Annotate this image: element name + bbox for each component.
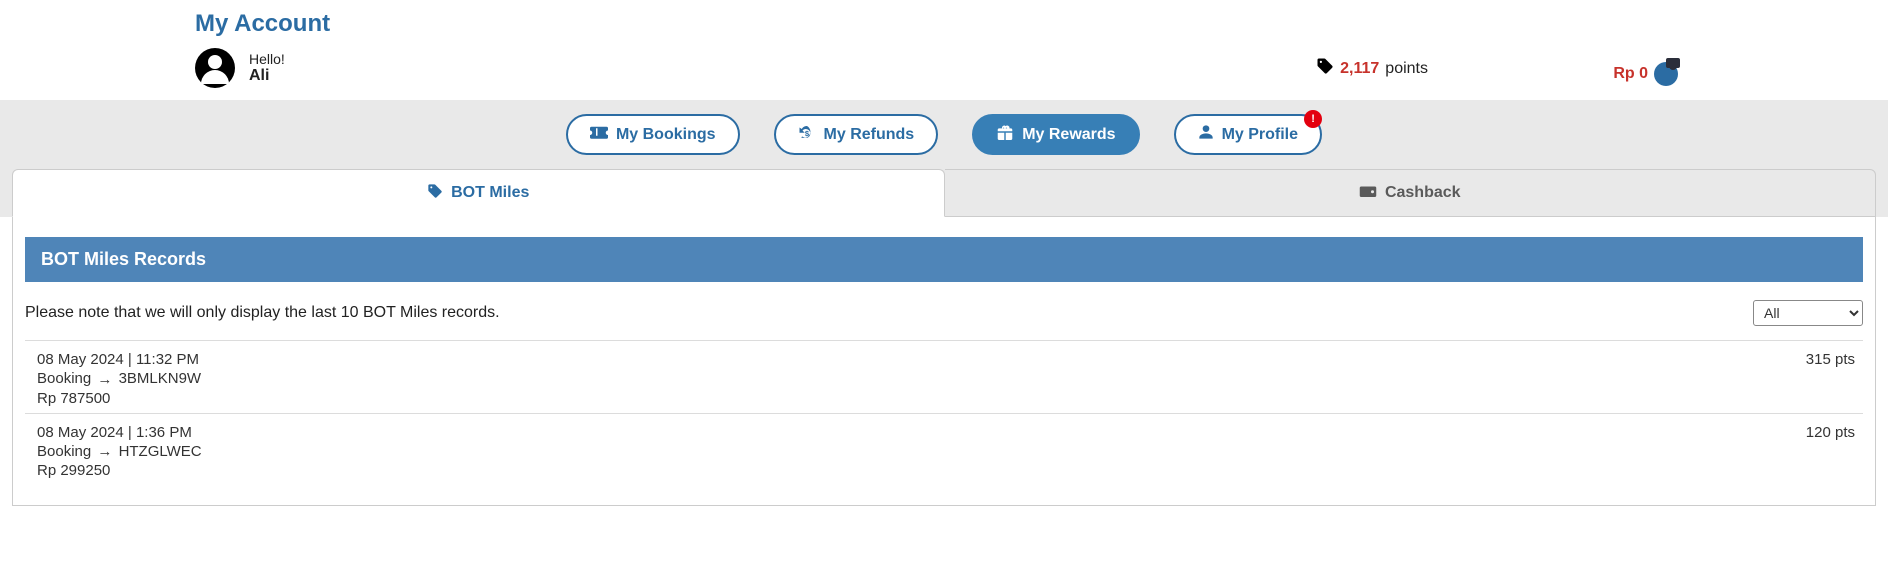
record-timestamp: 08 May 2024 | 11:32 PM: [37, 351, 1863, 368]
record-row: 08 May 2024 | 11:32 PM Booking → 3BMLKN9…: [25, 340, 1863, 413]
wallet-icon: [1654, 62, 1678, 86]
points-unit: points: [1385, 60, 1428, 78]
record-amount: Rp 787500: [37, 390, 1863, 407]
nav-label: My Bookings: [616, 126, 716, 144]
person-icon: [1198, 124, 1214, 145]
avatar: [195, 48, 235, 88]
arrow-right-icon: →: [97, 443, 112, 460]
points-box[interactable]: 2,117 points: [1316, 57, 1428, 80]
nav-my-refunds[interactable]: $ My Refunds: [774, 114, 939, 155]
wallet-icon: [1359, 183, 1377, 204]
nav-my-profile[interactable]: My Profile !: [1174, 114, 1322, 155]
wallet-amount: Rp 0: [1613, 65, 1648, 83]
nav-label: My Profile: [1222, 126, 1298, 144]
record-points: 120 pts: [1806, 424, 1855, 441]
gift-icon: [996, 124, 1014, 145]
nav-label: My Rewards: [1022, 126, 1115, 144]
points-value: 2,117: [1340, 60, 1379, 78]
record-ref: Booking → 3BMLKN9W: [37, 370, 1863, 388]
notification-badge: !: [1304, 110, 1322, 128]
tag-icon: [427, 183, 443, 204]
record-ref: Booking → HTZGLWEC: [37, 443, 1863, 461]
record-timestamp: 08 May 2024 | 1:36 PM: [37, 424, 1863, 441]
record-row: 08 May 2024 | 1:36 PM Booking → HTZGLWEC…: [25, 413, 1863, 486]
records-banner: BOT Miles Records: [25, 237, 1863, 282]
tab-label: Cashback: [1385, 184, 1461, 202]
tag-icon: [1316, 57, 1334, 80]
tab-bot-miles[interactable]: BOT Miles: [12, 169, 945, 217]
arrow-right-icon: →: [97, 371, 112, 388]
refund-icon: $: [798, 124, 816, 145]
tab-label: BOT Miles: [451, 184, 529, 202]
nav-label: My Refunds: [824, 126, 915, 144]
hello-text: Hello!: [249, 51, 285, 67]
nav-my-rewards[interactable]: My Rewards: [972, 114, 1139, 155]
record-amount: Rp 299250: [37, 462, 1863, 479]
username: Ali: [249, 67, 285, 85]
nav-my-bookings[interactable]: My Bookings: [566, 114, 740, 155]
records-filter[interactable]: All: [1753, 300, 1863, 326]
tab-cashback[interactable]: Cashback: [945, 169, 1877, 217]
page-title: My Account: [195, 10, 1888, 38]
record-points: 315 pts: [1806, 351, 1855, 368]
ticket-icon: [590, 125, 608, 144]
wallet-box[interactable]: Rp 0: [1613, 62, 1678, 86]
records-note: Please note that we will only display th…: [25, 304, 500, 322]
